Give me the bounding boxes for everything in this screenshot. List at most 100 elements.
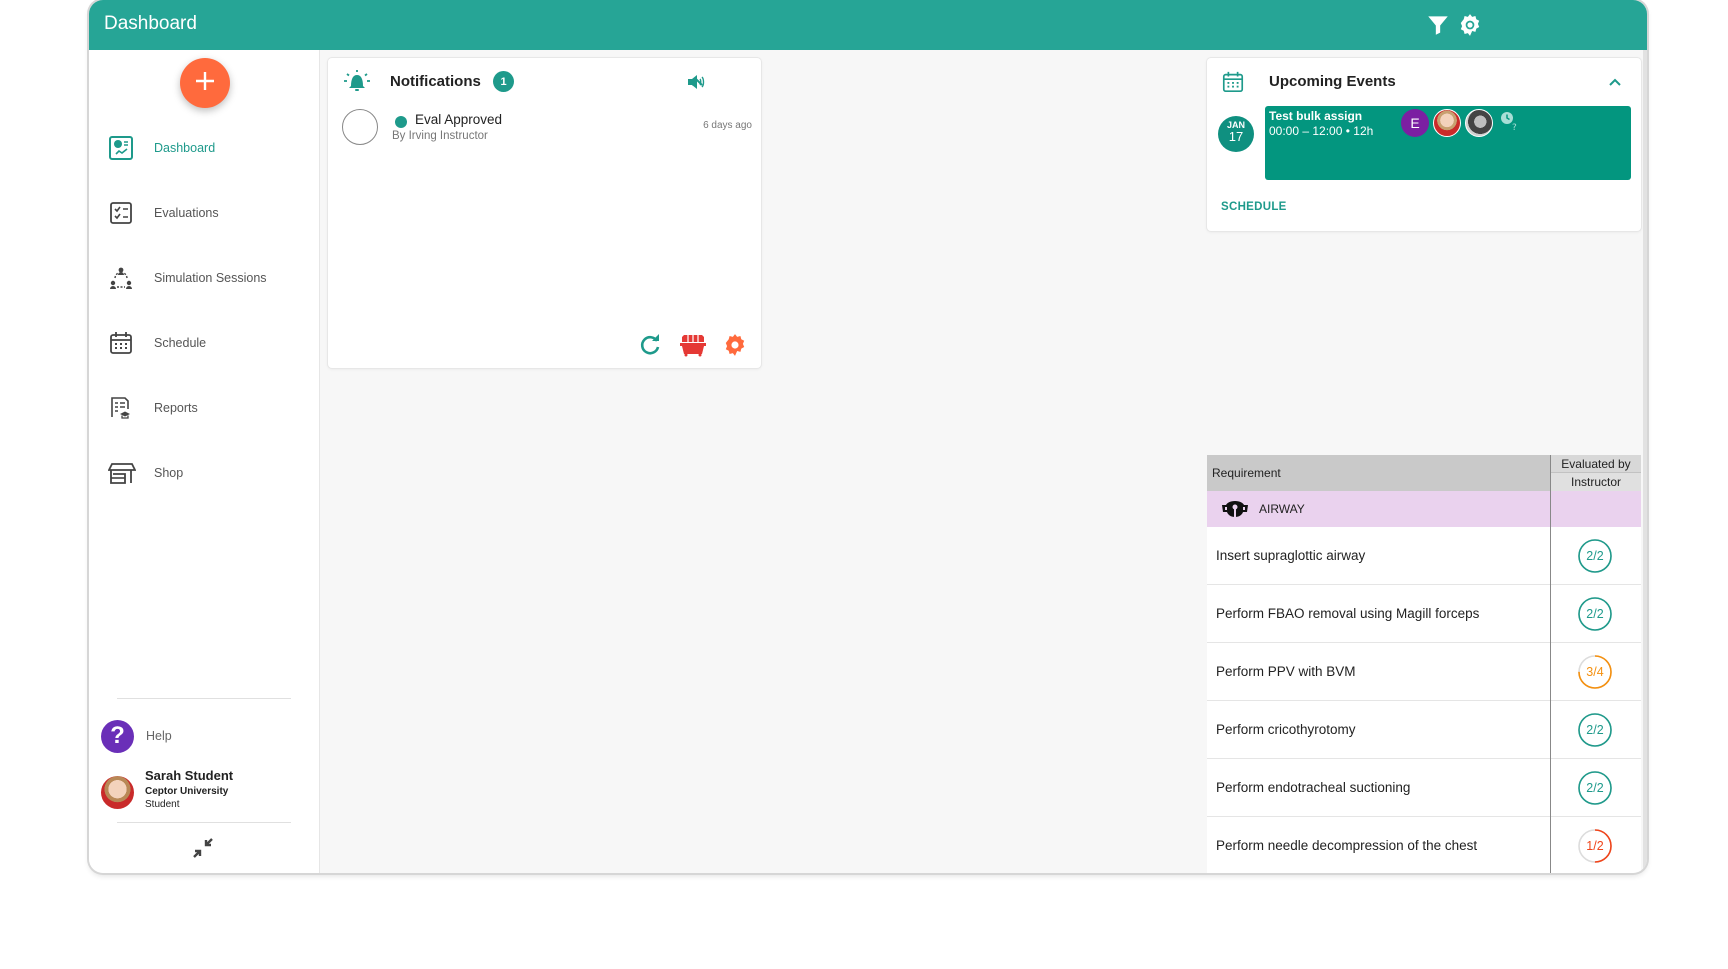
sidebar-item-reports[interactable]: Reports <box>89 388 319 428</box>
select-checkbox[interactable] <box>342 109 378 145</box>
participant-avatar: E <box>1401 109 1429 137</box>
dumpster-icon[interactable] <box>679 332 706 358</box>
sidebar-item-label: Evaluations <box>154 206 219 220</box>
user-profile[interactable]: Sarah Student Ceptor University Student <box>101 768 311 814</box>
notifications-card: Notifications 1 Eval Approved By Irving … <box>328 58 761 368</box>
help-label: Help <box>146 729 172 743</box>
page-title: Dashboard <box>104 13 197 34</box>
notifications-title: Notifications <box>390 73 481 90</box>
sidebar-item-evaluations[interactable]: Evaluations <box>89 193 319 233</box>
app-window: Dashboard Dashboard Evaluations Simulati… <box>89 0 1647 873</box>
calendar-icon <box>108 330 134 356</box>
event-day: 17 <box>1228 129 1244 144</box>
category-row[interactable]: AIRWAY <box>1207 491 1641 527</box>
event-item[interactable]: Test bulk assign 00:00 – 12:00 • 12h E ? <box>1265 106 1631 180</box>
event-date-badge: JAN 17 <box>1218 116 1254 152</box>
report-icon <box>108 395 134 421</box>
chevron-up-icon[interactable] <box>689 75 705 91</box>
user-name: Sarah Student <box>145 768 234 783</box>
window-scrollbar[interactable] <box>1643 50 1647 873</box>
progress-ring-label: 2/2 <box>1586 549 1604 563</box>
requirement-label: Perform FBAO removal using Magill forcep… <box>1216 606 1480 621</box>
table-row[interactable]: Insert supraglottic airway 2/2 <box>1207 527 1641 585</box>
table-row[interactable]: Perform endotracheal suctioning 2/2 <box>1207 759 1641 817</box>
settings-gear-icon[interactable] <box>722 332 748 358</box>
progress-ring[interactable]: 2/2 <box>1577 770 1613 806</box>
schedule-link[interactable]: SCHEDULE <box>1221 201 1287 213</box>
user-organization: Ceptor University <box>145 786 229 797</box>
category-label: AIRWAY <box>1259 502 1305 516</box>
shop-icon <box>107 460 137 486</box>
clock-question-icon: ? <box>1499 110 1521 133</box>
checklist-icon <box>108 200 134 226</box>
group-session-icon <box>108 265 134 291</box>
bell-icon <box>342 68 372 94</box>
requirement-label: Perform PPV with BVM <box>1216 664 1356 679</box>
refresh-icon[interactable] <box>637 332 663 358</box>
user-role: Student <box>145 799 180 810</box>
progress-ring[interactable]: 2/2 <box>1577 596 1613 632</box>
progress-ring-label: 1/2 <box>1586 839 1604 853</box>
help-button[interactable]: ? Help <box>101 719 301 753</box>
table-header: Requirement Evaluated by Instructor <box>1207 455 1641 491</box>
svg-text:?: ? <box>1512 123 1517 132</box>
sidebar-item-dashboard[interactable]: Dashboard <box>89 128 319 168</box>
top-header-bar: Dashboard <box>89 0 1647 50</box>
table-row[interactable]: Perform cricothyrotomy 2/2 <box>1207 701 1641 759</box>
participant-avatar <box>1433 109 1461 137</box>
requirements-table: Requirement Evaluated by Instructor AIRW… <box>1207 455 1641 873</box>
requirement-label: Insert supraglottic airway <box>1216 548 1366 563</box>
event-time: 00:00 – 12:00 • 12h <box>1269 124 1374 138</box>
table-row[interactable]: Perform needle decompression of the ches… <box>1207 817 1641 873</box>
sidebar-item-shop[interactable]: Shop <box>89 453 319 493</box>
column-header-evaluated-by[interactable]: Evaluated by <box>1551 455 1641 473</box>
progress-ring-label: 2/2 <box>1586 723 1604 737</box>
sidebar-item-label: Dashboard <box>154 141 216 155</box>
notification-subtitle: By Irving Instructor <box>392 130 488 142</box>
progress-ring[interactable]: 3/4 <box>1577 654 1613 690</box>
requirement-label: Perform needle decompression of the ches… <box>1216 838 1478 853</box>
unread-dot <box>395 116 407 128</box>
sidebar-item-label: Simulation Sessions <box>154 271 267 285</box>
table-row[interactable]: Perform PPV with BVM 3/4 <box>1207 643 1641 701</box>
sidebar-item-schedule[interactable]: Schedule <box>89 323 319 363</box>
settings-gear-icon[interactable] <box>1457 12 1483 38</box>
airway-mask-icon <box>1220 499 1250 519</box>
sidebar-item-label: Schedule <box>154 336 207 350</box>
event-name: Test bulk assign <box>1269 109 1363 123</box>
filter-icon[interactable] <box>1425 12 1451 38</box>
sidebar-divider <box>117 698 291 699</box>
column-header-instructor[interactable]: Instructor <box>1551 473 1641 491</box>
upcoming-events-card: Upcoming Events JAN 17 Test bulk assign … <box>1207 58 1641 231</box>
requirement-label: Perform cricothyrotomy <box>1216 722 1356 737</box>
dashboard-icon <box>108 135 134 161</box>
chevron-up-icon[interactable] <box>1607 75 1623 91</box>
table-row[interactable]: Perform FBAO removal using Magill forcep… <box>1207 585 1641 643</box>
sidebar: Dashboard Evaluations Simulation Session… <box>89 50 320 873</box>
sidebar-item-simulation-sessions[interactable]: Simulation Sessions <box>89 258 319 298</box>
add-button[interactable] <box>180 58 230 108</box>
plus-icon <box>193 69 217 98</box>
sidebar-item-label: Shop <box>154 466 184 480</box>
progress-ring-label: 2/2 <box>1586 781 1604 795</box>
help-icon: ? <box>101 719 134 753</box>
notification-count-badge: 1 <box>493 71 514 92</box>
participant-avatar <box>1465 109 1493 137</box>
progress-ring[interactable]: 1/2 <box>1577 828 1613 864</box>
requirement-label: Perform endotracheal suctioning <box>1216 780 1411 795</box>
notification-time: 6 days ago <box>703 120 752 131</box>
column-divider <box>1550 455 1551 873</box>
column-header-requirement[interactable]: Requirement <box>1207 455 1550 491</box>
progress-ring[interactable]: 2/2 <box>1577 538 1613 574</box>
sidebar-divider <box>117 822 291 823</box>
notification-item[interactable]: Eval Approved By Irving Instructor 6 day… <box>342 108 752 148</box>
collapse-arrows-icon[interactable] <box>191 836 215 860</box>
upcoming-events-title: Upcoming Events <box>1269 73 1396 90</box>
progress-ring-label: 2/2 <box>1586 607 1604 621</box>
progress-ring-label: 3/4 <box>1586 665 1604 679</box>
sidebar-item-label: Reports <box>154 401 198 415</box>
progress-ring[interactable]: 2/2 <box>1577 712 1613 748</box>
avatar <box>101 776 134 809</box>
notification-title: Eval Approved <box>415 112 503 127</box>
calendar-icon <box>1221 70 1245 94</box>
